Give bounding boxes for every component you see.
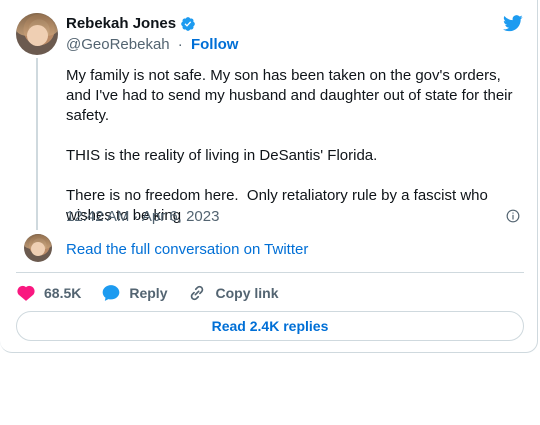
info-icon[interactable]	[506, 209, 520, 223]
like-button[interactable]: 68.5K	[16, 283, 81, 303]
copy-link-button[interactable]: Copy link	[187, 283, 279, 303]
conversation-avatar[interactable]	[24, 234, 52, 262]
author-handle[interactable]: @GeoRebekah	[66, 36, 170, 53]
copy-link-label: Copy link	[215, 285, 279, 301]
twitter-bird-icon[interactable]	[502, 13, 524, 33]
author-avatar[interactable]	[16, 13, 58, 55]
reply-bubble-icon	[103, 285, 120, 301]
heart-icon	[17, 285, 35, 301]
thread-line	[36, 58, 38, 230]
reply-button[interactable]: Reply	[101, 283, 167, 303]
link-icon	[191, 285, 204, 301]
separator-dot: ·	[177, 36, 183, 53]
tweet-text: My family is not safe. My son has been t…	[66, 67, 513, 224]
tweet-timestamp[interactable]: 12:42 AM · Apr 6, 2023	[66, 208, 219, 225]
reply-label: Reply	[129, 285, 168, 301]
divider	[16, 272, 524, 273]
like-count: 68.5K	[44, 285, 82, 301]
follow-link[interactable]: Follow	[191, 36, 239, 53]
read-replies-label: Read 2.4K replies	[211, 318, 329, 334]
tweet-card: Rebekah Jones @GeoRebekah · Follow My fa…	[0, 0, 538, 353]
read-replies-button[interactable]: Read 2.4K replies	[16, 311, 524, 341]
verified-badge-icon	[181, 16, 195, 31]
action-bar: 68.5K Reply Copy link	[16, 283, 299, 303]
author-name[interactable]: Rebekah Jones	[66, 15, 176, 32]
author-handle-row: @GeoRebekah · Follow	[66, 36, 238, 53]
read-conversation-link[interactable]: Read the full conversation on Twitter	[66, 241, 308, 258]
author-name-row: Rebekah Jones	[66, 15, 196, 32]
